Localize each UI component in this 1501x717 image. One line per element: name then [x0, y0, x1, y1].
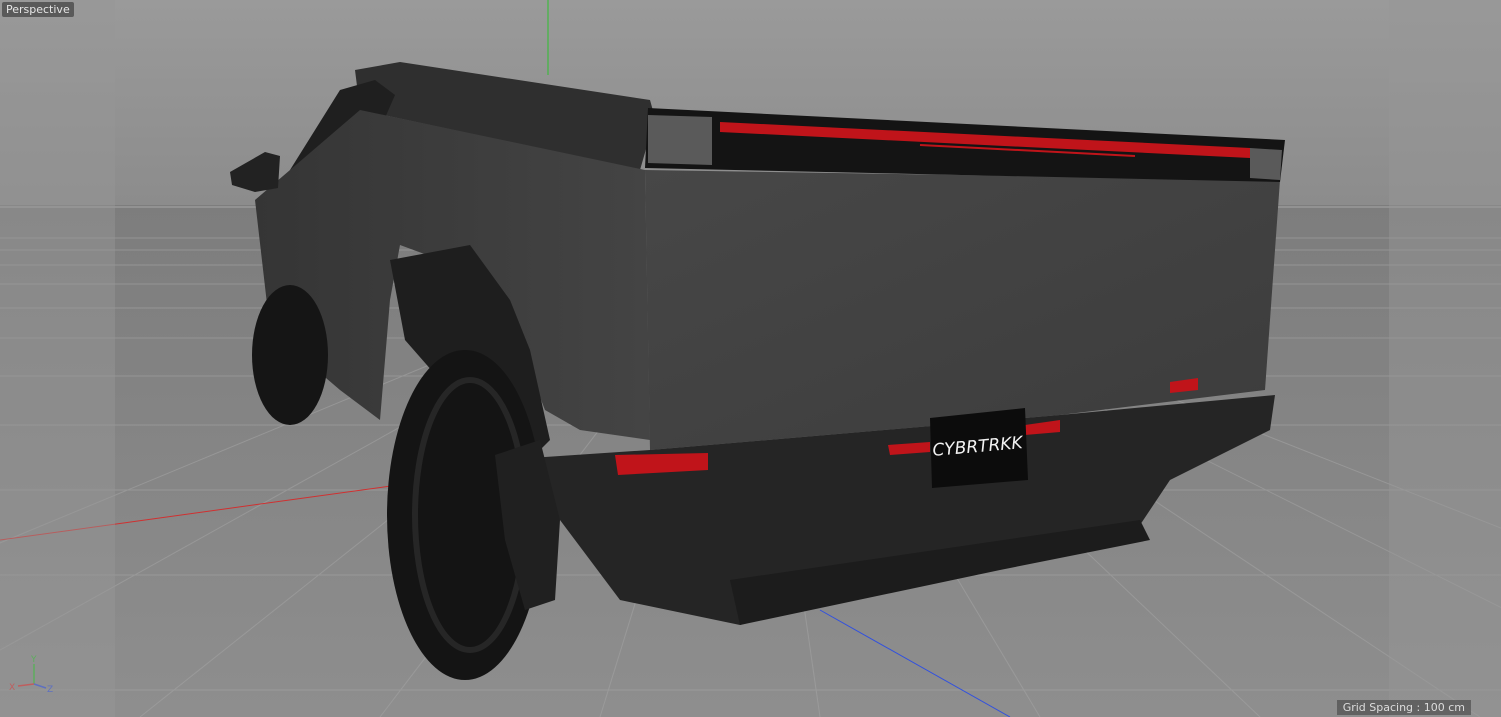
3d-viewport[interactable]: CYBRTRKK Y X Z Perspective Grid Spacing … [0, 0, 1501, 717]
right-reflector [1250, 148, 1282, 180]
viewport-scene[interactable]: CYBRTRKK Y X Z [0, 0, 1501, 717]
safe-frame-right [1389, 0, 1501, 717]
grid-spacing-readout: Grid Spacing : 100 cm [1336, 700, 1471, 715]
safe-frame-left [0, 0, 115, 717]
front-wheel [252, 285, 328, 425]
viewport-view-label[interactable]: Perspective [2, 2, 74, 17]
left-reflector [648, 115, 712, 165]
